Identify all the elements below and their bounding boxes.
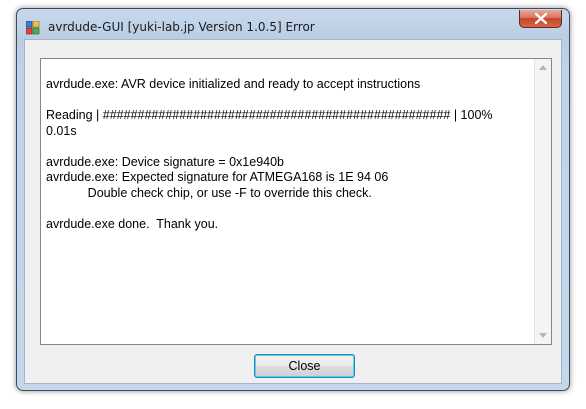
scroll-up-arrow-icon — [539, 65, 547, 70]
dialog-client-area: avrdude.exe: AVR device initialized and … — [24, 39, 562, 384]
title-bar[interactable]: avrdude-GUI [yuki-lab.jp Version 1.0.5] … — [17, 9, 569, 37]
output-line: Double check chip, or use -F to override… — [46, 185, 372, 200]
output-line: Reading | ##############################… — [46, 108, 493, 122]
error-dialog-window: avrdude-GUI [yuki-lab.jp Version 1.0.5] … — [16, 8, 570, 391]
output-text: avrdude.exe: AVR device initialized and … — [46, 77, 526, 232]
scroll-down-arrow-icon — [539, 333, 547, 338]
scroll-down-button[interactable] — [535, 327, 551, 344]
window-title: avrdude-GUI [yuki-lab.jp Version 1.0.5] … — [48, 20, 315, 34]
output-line: avrdude.exe: Device signature = 0x1e940b — [46, 154, 285, 169]
output-textbox[interactable]: avrdude.exe: AVR device initialized and … — [40, 58, 552, 345]
window-close-button[interactable] — [519, 10, 562, 28]
output-line: avrdude.exe done. Thank you. — [46, 216, 219, 231]
app-icon[interactable] — [25, 20, 40, 35]
output-line: 0.01s — [46, 123, 77, 138]
output-line: avrdude.exe: AVR device initialized and … — [46, 77, 421, 91]
output-line: avrdude.exe: Expected signature for ATME… — [46, 170, 389, 184]
close-icon — [535, 13, 547, 24]
close-button[interactable]: Close — [254, 354, 355, 378]
scroll-up-button[interactable] — [535, 59, 551, 76]
vertical-scrollbar[interactable] — [534, 59, 551, 344]
